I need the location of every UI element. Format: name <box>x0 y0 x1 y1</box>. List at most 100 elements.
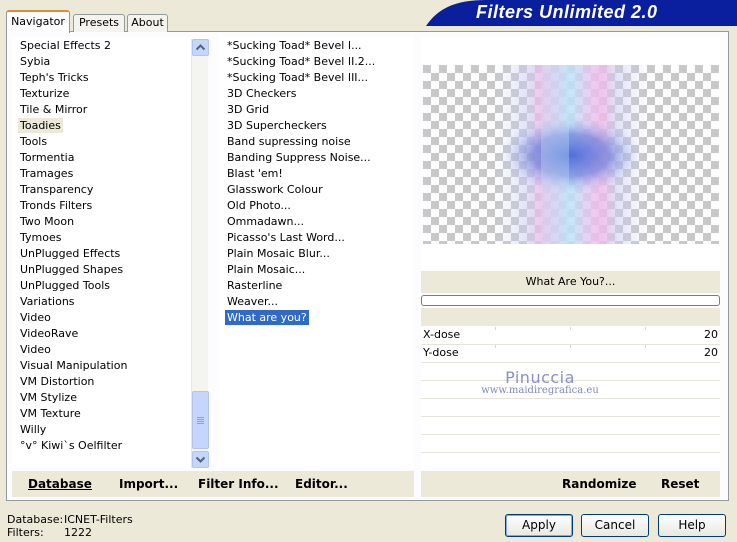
filter-item[interactable]: *Sucking Toad* Bevel II.2... <box>225 54 377 69</box>
category-list[interactable]: Special Effects 2 Sybia Teph's Tricks Te… <box>12 37 208 469</box>
category-item[interactable]: °v° Kiwi`s Oelfilter <box>18 438 124 453</box>
category-scrollbar[interactable] <box>191 39 209 468</box>
category-item[interactable]: Texturize <box>18 86 71 101</box>
category-item[interactable]: Tymoes <box>18 230 63 245</box>
filter-item[interactable]: 3D Supercheckers <box>225 118 329 133</box>
param-row-y-dose[interactable]: Y-dose 20 <box>421 345 720 363</box>
category-item[interactable]: Willy <box>18 422 48 437</box>
category-item[interactable]: Two Moon <box>18 214 76 229</box>
randomize-button[interactable]: Randomize <box>562 477 636 491</box>
filters-count: 1222 <box>64 526 92 539</box>
filter-item[interactable]: Old Photo... <box>225 198 293 213</box>
category-item[interactable]: Tramages <box>18 166 75 181</box>
database-button[interactable]: Database <box>28 477 92 491</box>
filter-list[interactable]: *Sucking Toad* Bevel I... *Sucking Toad*… <box>218 37 414 469</box>
category-item[interactable]: Variations <box>18 294 77 309</box>
filter-item[interactable]: Plain Mosaic Blur... <box>225 246 332 261</box>
filter-item[interactable]: *Sucking Toad* Bevel I... <box>225 38 364 53</box>
scroll-down-button[interactable] <box>192 451 209 468</box>
slider-tick <box>570 327 571 330</box>
apply-button[interactable]: Apply <box>505 514 573 537</box>
category-item[interactable]: VM Stylize <box>18 390 79 405</box>
watermark: Pinuccia www.maidiregrafica.eu <box>470 368 610 396</box>
category-item[interactable]: Video <box>18 342 53 357</box>
param-row-empty <box>421 417 720 435</box>
grip-line <box>197 419 204 420</box>
watermark-site: www.maidiregrafica.eu <box>481 385 599 396</box>
grip-line <box>197 417 204 418</box>
chevron-down-icon <box>196 456 205 463</box>
param-row-x-dose[interactable]: X-dose 20 <box>421 327 720 345</box>
category-item[interactable]: VM Distortion <box>18 374 96 389</box>
category-item[interactable]: VideoRave <box>18 326 80 341</box>
category-item[interactable]: Transparency <box>18 182 95 197</box>
help-button[interactable]: Help <box>658 514 726 537</box>
parameter-panel: X-dose 20 Y-dose 20 <box>421 327 720 469</box>
filter-item[interactable]: Glasswork Colour <box>225 182 325 197</box>
filter-item[interactable]: Picasso's Last Word... <box>225 230 347 245</box>
status-area: Database:ICNET-Filters Filters: 1222 <box>7 513 133 539</box>
separator <box>421 308 720 326</box>
filter-item[interactable]: *Sucking Toad* Bevel III... <box>225 70 370 85</box>
import-button[interactable]: Import... <box>119 477 178 491</box>
database-value: ICNET-Filters <box>64 513 133 526</box>
slider-tick <box>495 327 496 330</box>
param-value: 20 <box>704 346 718 359</box>
progress-bar <box>421 295 720 306</box>
filter-item[interactable]: Blast 'em! <box>225 166 285 181</box>
category-item[interactable]: UnPlugged Effects <box>18 246 122 261</box>
editor-button[interactable]: Editor... <box>295 477 348 491</box>
category-item[interactable]: VM Texture <box>18 406 83 421</box>
param-label: Y-dose <box>423 346 459 359</box>
reset-button[interactable]: Reset <box>661 477 699 491</box>
filter-name-label: What Are You?... <box>421 271 720 293</box>
slider-tick <box>495 345 496 348</box>
category-item[interactable]: Special Effects 2 <box>18 38 113 53</box>
database-label: Database: <box>7 513 64 526</box>
tab-navigator[interactable]: Navigator <box>6 10 70 33</box>
filter-item-selected[interactable]: What are you? <box>225 310 309 325</box>
category-item-selected[interactable]: Toadies <box>18 118 63 133</box>
scroll-up-button[interactable] <box>192 39 209 56</box>
filter-item[interactable]: 3D Checkers <box>225 86 298 101</box>
param-label: X-dose <box>423 328 461 341</box>
param-row-empty <box>421 435 720 453</box>
slider-tick <box>645 327 646 330</box>
filter-item[interactable]: 3D Grid <box>225 102 271 117</box>
command-bar-left: Database Import... Filter Info... Editor… <box>12 471 414 497</box>
filter-item[interactable]: Ommadawn... <box>225 214 306 229</box>
category-item[interactable]: Tools <box>18 134 49 149</box>
category-item[interactable]: Video <box>18 310 53 325</box>
slider-tick <box>645 345 646 348</box>
filters-label: Filters: <box>7 526 44 539</box>
category-item[interactable]: Visual Manipulation <box>18 358 129 373</box>
chevron-up-icon <box>196 44 205 51</box>
category-item[interactable]: UnPlugged Shapes <box>18 262 125 277</box>
filter-item[interactable]: Rasterline <box>225 278 284 293</box>
category-item[interactable]: Tronds Filters <box>18 198 94 213</box>
slider-tick <box>570 345 571 348</box>
scroll-thumb[interactable] <box>192 391 209 449</box>
param-row-empty <box>421 453 720 471</box>
preview-image <box>423 65 719 244</box>
grip-line <box>197 423 204 424</box>
banner-title: Filters Unlimited 2.0 <box>476 2 658 22</box>
category-item[interactable]: UnPlugged Tools <box>18 278 112 293</box>
tab-about[interactable]: About <box>127 14 168 32</box>
filter-info-button[interactable]: Filter Info... <box>198 477 279 491</box>
param-value: 20 <box>704 328 718 341</box>
command-bar-right: Randomize Reset <box>421 471 720 497</box>
filter-item[interactable]: Band supressing noise <box>225 134 353 149</box>
param-row-empty <box>421 399 720 417</box>
category-item[interactable]: Tile & Mirror <box>18 102 89 117</box>
title-banner: Filters Unlimited 2.0 <box>426 0 737 26</box>
filter-item[interactable]: Plain Mosaic... <box>225 262 307 277</box>
grip-line <box>197 421 204 422</box>
tab-presets[interactable]: Presets <box>73 14 125 32</box>
category-item[interactable]: Tormentia <box>18 150 76 165</box>
filter-item[interactable]: Weaver... <box>225 294 280 309</box>
category-item[interactable]: Sybia <box>18 54 52 69</box>
category-item[interactable]: Teph's Tricks <box>18 70 91 85</box>
filter-item[interactable]: Banding Suppress Noise... <box>225 150 373 165</box>
cancel-button[interactable]: Cancel <box>581 514 649 537</box>
